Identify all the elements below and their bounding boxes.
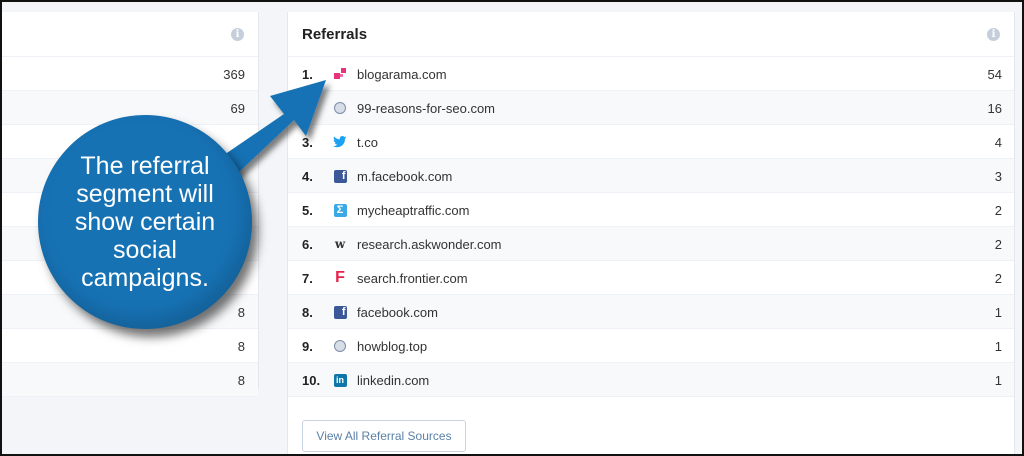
info-icon[interactable]: i [987, 28, 1000, 41]
rank: 3. [302, 135, 313, 150]
wonder-icon: w [334, 237, 346, 251]
info-icon[interactable]: i [231, 28, 244, 41]
referrals-header: Referrals i [288, 12, 1014, 57]
referral-link[interactable]: mycheaptraffic.com [357, 203, 469, 218]
referral-count: 2 [994, 237, 1002, 252]
rank: 8. [302, 305, 313, 320]
view-all-referrals-button[interactable]: View All Referral Sources [302, 420, 466, 452]
referral-link[interactable]: research.askwonder.com [357, 237, 502, 252]
row-value: 369 [223, 67, 245, 82]
table-row: 8 [2, 363, 258, 397]
facebook-icon: f [333, 169, 347, 183]
row-value: 8 [237, 373, 245, 388]
list-item: 1. blogarama.com 54 [288, 57, 1014, 91]
list-item: 7. F search.frontier.com 2 [288, 261, 1014, 295]
rank: 4. [302, 169, 313, 184]
callout-bubble: The referral segment will show certain s… [38, 115, 252, 329]
twitter-icon [333, 135, 347, 149]
referral-count: 2 [994, 203, 1002, 218]
referral-link[interactable]: 99-reasons-for-seo.com [357, 101, 495, 116]
referrals-panel: Referrals i 1. blogarama.com 54 99-reaso… [287, 12, 1015, 454]
referral-count: 1 [994, 373, 1002, 388]
row-value: 8 [237, 305, 245, 320]
referral-count: 1 [994, 305, 1002, 320]
row-value: 8 [237, 339, 245, 354]
globe-icon [333, 101, 347, 115]
linkedin-icon: in [333, 373, 347, 387]
list-item: 3. t.co 4 [288, 125, 1014, 159]
referral-count: 2 [994, 271, 1002, 286]
list-item: 5. Σ mycheaptraffic.com 2 [288, 193, 1014, 227]
referral-link[interactable]: blogarama.com [357, 67, 447, 82]
rank: 7. [302, 271, 313, 286]
rank: 9. [302, 339, 313, 354]
sigma-icon: Σ [333, 203, 347, 217]
facebook-icon: f [333, 305, 347, 319]
referrals-list: 1. blogarama.com 54 99-reasons-for-seo.c… [288, 57, 1014, 397]
left-panel-header: i [2, 12, 258, 57]
table-row: 8 [2, 329, 258, 363]
referral-count: 3 [994, 169, 1002, 184]
referral-link[interactable]: t.co [357, 135, 378, 150]
referral-link[interactable]: facebook.com [357, 305, 438, 320]
blogarama-icon [333, 67, 347, 81]
list-item: 4. f m.facebook.com 3 [288, 159, 1014, 193]
list-item: 8. f facebook.com 1 [288, 295, 1014, 329]
referral-link[interactable]: m.facebook.com [357, 169, 452, 184]
table-row: 369 [2, 57, 258, 91]
referral-link[interactable]: linkedin.com [357, 373, 429, 388]
list-item: 10. in linkedin.com 1 [288, 363, 1014, 397]
rank: 6. [302, 237, 313, 252]
referral-count: 16 [987, 101, 1002, 116]
rank: 1. [302, 67, 313, 82]
referral-count: 1 [994, 339, 1002, 354]
referral-link[interactable]: search.frontier.com [357, 271, 468, 286]
screenshot-frame: i 369 69 8 8 8 Referrals i 1. blogarama.… [0, 0, 1024, 456]
row-value: 69 [230, 101, 245, 116]
list-item: 6. w research.askwonder.com 2 [288, 227, 1014, 261]
panel-title: Referrals [302, 26, 368, 43]
referral-link[interactable]: howblog.top [357, 339, 427, 354]
rank: 5. [302, 203, 313, 218]
callout-text: The referral segment will show certain s… [74, 152, 216, 292]
referral-count: 4 [994, 135, 1002, 150]
frontier-icon: F [335, 269, 345, 286]
globe-icon [333, 339, 347, 353]
list-item: 9. howblog.top 1 [288, 329, 1014, 363]
list-item: 99-reasons-for-seo.com 16 [288, 91, 1014, 125]
referral-count: 54 [987, 67, 1002, 82]
rank: 10. [302, 373, 321, 388]
